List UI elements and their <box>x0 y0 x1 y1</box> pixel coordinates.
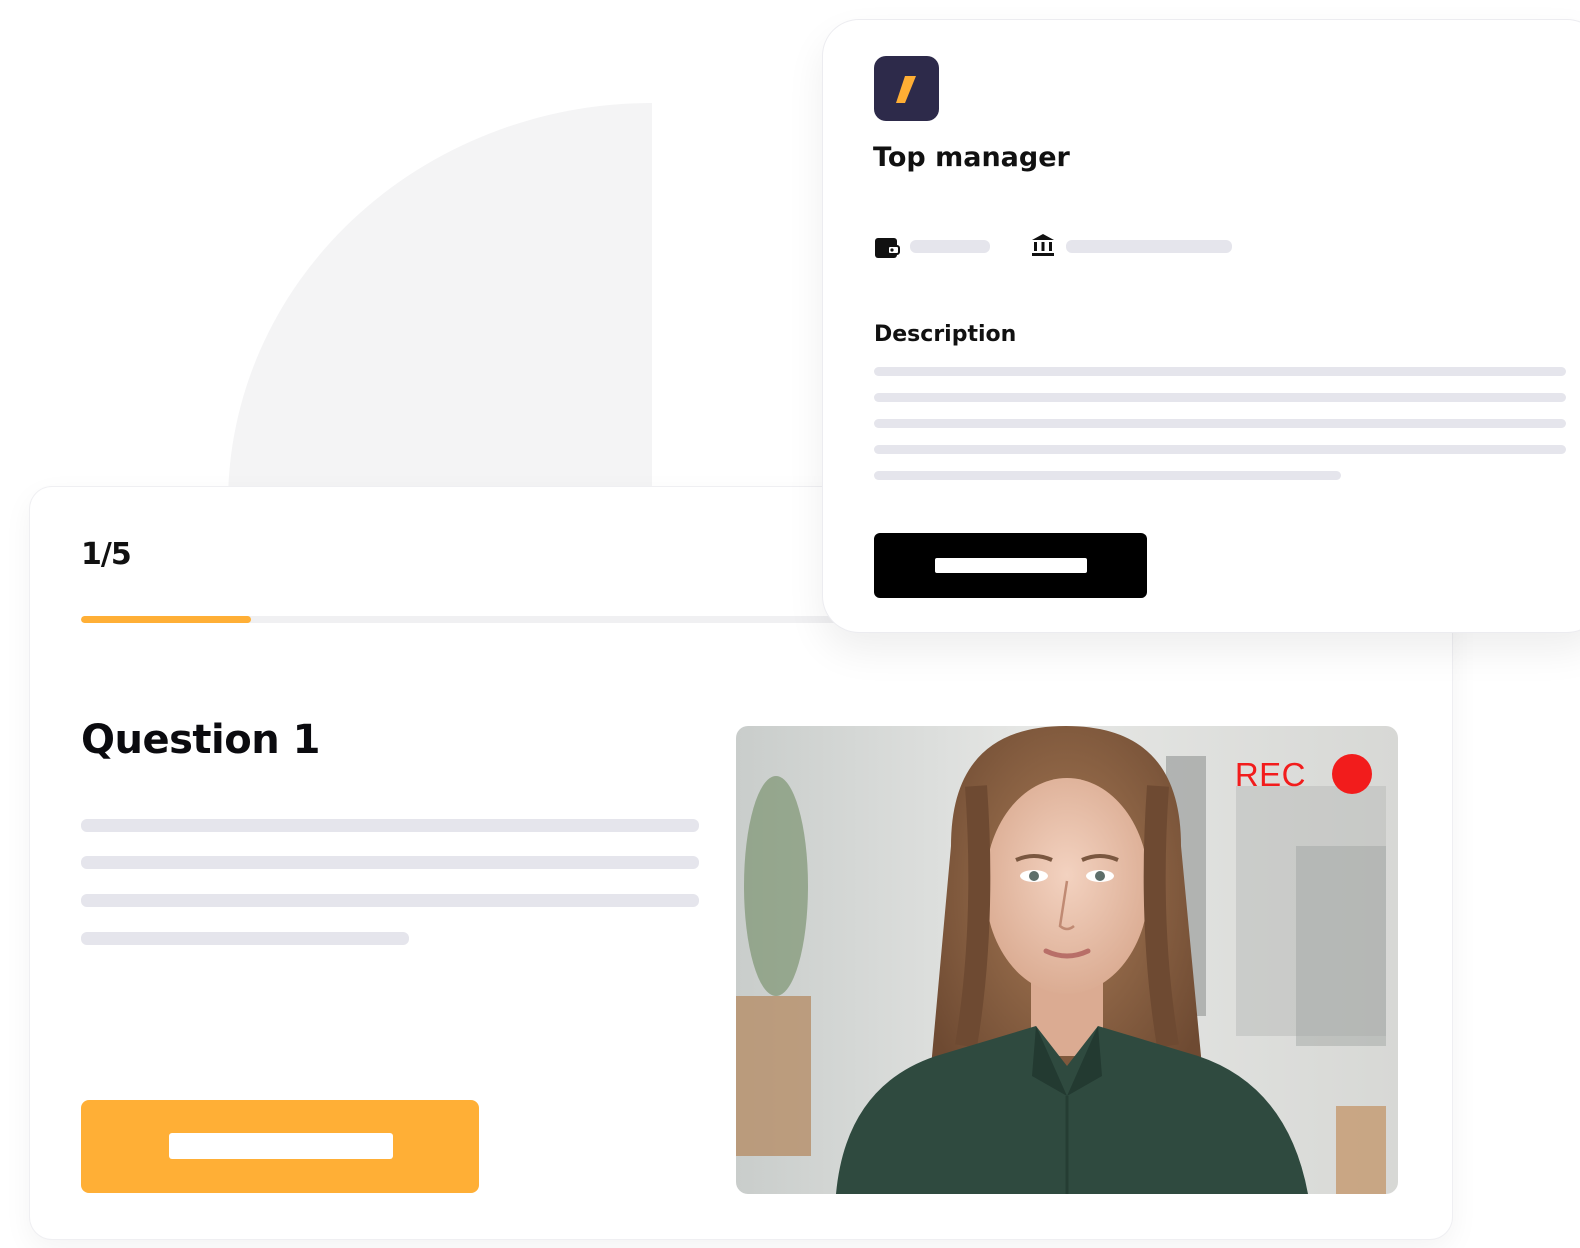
question-text-line <box>81 856 699 869</box>
question-text-line <box>81 932 409 945</box>
description-line <box>874 471 1341 480</box>
recording-dot-icon <box>1332 754 1372 794</box>
apply-button[interactable] <box>874 533 1147 598</box>
answer-button[interactable] <box>81 1100 479 1193</box>
video-preview: REC <box>736 726 1398 1194</box>
description-line <box>874 419 1566 428</box>
description-heading: Description <box>874 322 1017 347</box>
question-title: Question 1 <box>81 717 320 763</box>
slash-logo-icon <box>874 56 939 121</box>
progress-label: 1/5 <box>81 537 132 572</box>
company-placeholder-line <box>1066 240 1232 253</box>
button-label-placeholder <box>935 558 1087 573</box>
description-line <box>874 393 1566 402</box>
description-line <box>874 367 1566 376</box>
description-line <box>874 445 1566 454</box>
rec-label: REC <box>1234 756 1306 793</box>
button-label-placeholder <box>169 1133 393 1159</box>
salary-placeholder-line <box>910 240 990 253</box>
job-title: Top manager <box>873 142 1070 173</box>
webcam-feed-image <box>736 726 1398 1194</box>
progress-bar-fill <box>81 616 251 623</box>
background-shape <box>228 103 652 503</box>
question-text-line <box>81 894 699 907</box>
job-card: Top manager Description <box>823 20 1580 632</box>
wallet-icon <box>874 234 900 260</box>
question-text-line <box>81 819 699 832</box>
bank-icon <box>1030 232 1056 258</box>
